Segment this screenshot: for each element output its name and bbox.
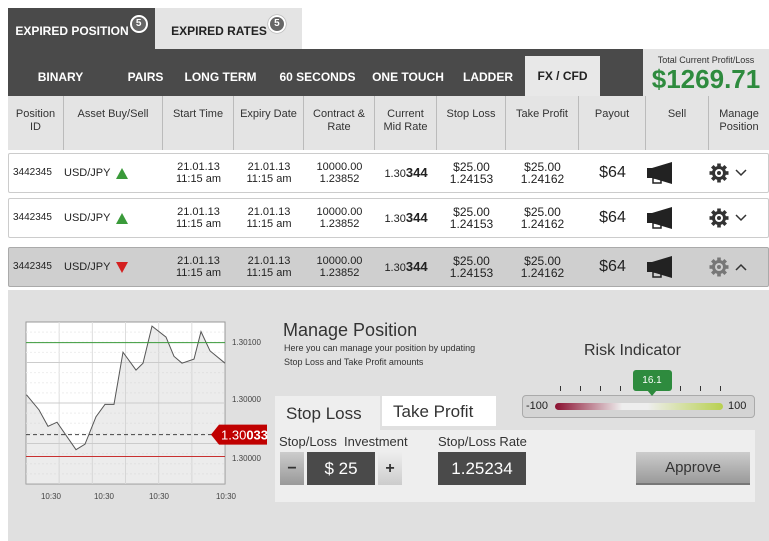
tab-label: EXPIRED RATES (171, 23, 267, 38)
approve-button[interactable]: Approve (636, 452, 750, 485)
risk-indicator: -100 100 (522, 395, 755, 418)
nav-pairs[interactable]: PAIRS (113, 49, 178, 96)
x-tick-label: 10:30 (149, 492, 170, 501)
risk-tick (580, 386, 581, 391)
product-nav: BINARY PAIRS LONG TERM 60 SECONDS ONE TOUCH L… (8, 49, 643, 96)
x-tick-label: 10:30 (41, 492, 62, 501)
current-mid-rate: 1.30344 (384, 164, 428, 180)
profit-value: $1269.71 (651, 64, 761, 94)
stop-loss-rate-label: Stop/Loss Rate (438, 434, 527, 449)
column-header: Expiry Date (233, 96, 303, 150)
asset: USD/JPY (64, 212, 163, 224)
manage-desc-2: Stop Loss and Take Profit amounts (284, 357, 424, 367)
price-chart: 1.30033 1.30100 1.30000 1.30000 10:30 10:30 10… (25, 321, 268, 501)
payout: $64 (599, 209, 626, 226)
position-id: 3442345 (13, 261, 52, 272)
column-header: Payout (578, 96, 645, 150)
y-tick-label: 1.30000 (232, 454, 261, 463)
column-header: Current Mid Rate (374, 96, 436, 150)
stop-loss-rate-value: 1.25234 (438, 452, 526, 485)
current-price-label: 1.30033 (221, 428, 268, 443)
risk-gradient (555, 403, 723, 410)
column-header: Take Profit (505, 96, 578, 150)
column-header: Sell (645, 96, 708, 150)
risk-tick (600, 386, 601, 391)
payout: $64 (599, 258, 626, 275)
increase-button[interactable]: + (378, 452, 402, 485)
table-row[interactable]: 3442345 USD/JPY 21.01.13 11:15 am 21.01.1… (8, 153, 769, 193)
column-header: Start Time (162, 96, 233, 150)
payout: $64 (599, 164, 626, 181)
manage-title: Manage Position (283, 320, 418, 340)
risk-indicator-title: Risk Indicator (584, 342, 681, 359)
nav-one-touch[interactable]: ONE TOUCH (368, 49, 448, 96)
chevron-down-icon[interactable] (735, 214, 747, 222)
asset: USD/JPY (64, 167, 163, 179)
gear-icon[interactable] (709, 163, 729, 183)
nav-binary[interactable]: BINARY (23, 49, 98, 96)
column-header: Stop Loss (436, 96, 505, 150)
megaphone-sell-icon[interactable] (646, 162, 676, 184)
risk-tick (620, 386, 621, 391)
gear-icon[interactable] (709, 257, 729, 277)
megaphone-sell-icon[interactable] (646, 256, 676, 278)
stop-loss-form: Stop/Loss Investment − $ 25 + Stop/Loss … (275, 430, 755, 502)
risk-max: 100 (728, 400, 747, 412)
table-row[interactable]: 3442345 USD/JPY 21.01.13 11:15 am 21.01.1… (8, 198, 769, 238)
total-profit-loss: Total Current Profit/Loss $1269.71 (643, 49, 769, 96)
down-arrow-icon (116, 261, 129, 273)
column-header: Manage Position (708, 96, 769, 150)
risk-min: -100 (526, 400, 549, 412)
up-arrow-icon (116, 167, 129, 179)
risk-tick (560, 386, 561, 391)
up-arrow-icon (116, 212, 129, 224)
gear-icon[interactable] (709, 208, 729, 228)
tab-stop-loss[interactable]: Stop Loss (275, 396, 380, 432)
stop-loss-investment-input[interactable]: $ 25 (307, 452, 375, 485)
tab-expired-rates[interactable]: EXPIRED RATES 5 (155, 8, 302, 49)
risk-tick (680, 386, 681, 391)
tab-take-profit[interactable]: Take Profit (382, 396, 496, 426)
stop-loss-investment-label: Stop/Loss Investment (279, 434, 408, 449)
current-mid-rate: 1.30344 (384, 258, 428, 274)
risk-value: 16.1 (642, 375, 662, 386)
x-tick-label: 10:30 (216, 492, 237, 501)
position-id: 3442345 (13, 167, 52, 178)
risk-tick (720, 386, 721, 391)
count-badge: 5 (267, 14, 286, 33)
nav-60-seconds[interactable]: 60 SECONDS (270, 49, 365, 96)
chevron-up-icon[interactable] (735, 263, 747, 271)
y-tick-label: 1.30000 (232, 395, 261, 404)
position-id: 3442345 (13, 212, 52, 223)
nav-fx-cfd[interactable]: FX / CFD (525, 56, 600, 96)
table-row[interactable]: 3442345 USD/JPY 21.01.13 11:15 am 21.01.1… (8, 247, 769, 287)
count-badge: 5 (129, 14, 148, 33)
decrease-button[interactable]: − (280, 452, 304, 485)
column-header: Contract & Rate (303, 96, 374, 150)
column-header: Position ID (15, 108, 56, 133)
y-tick-label: 1.30100 (232, 338, 261, 347)
asset: USD/JPY (64, 261, 163, 273)
nav-long-term[interactable]: LONG TERM (178, 49, 263, 96)
chevron-down-icon[interactable] (735, 169, 747, 177)
megaphone-sell-icon[interactable] (646, 207, 676, 229)
risk-value-marker: 16.1 (632, 370, 672, 396)
table-header: Position ID Asset Buy/Sell Start Time Expir… (8, 96, 769, 150)
column-header: Asset Buy/Sell (63, 96, 162, 150)
manage-desc-1: Here you can manage your position by upd… (284, 343, 476, 353)
risk-tick (700, 386, 701, 391)
manage-position-panel: 1.30033 1.30100 1.30000 1.30000 10:30 10:30 10… (8, 290, 769, 541)
tab-label: EXPIRED POSITION (15, 23, 129, 38)
nav-ladder[interactable]: LADDER (458, 49, 518, 96)
x-tick-label: 10:30 (94, 492, 115, 501)
current-mid-rate: 1.30344 (384, 209, 428, 225)
tab-expired-position[interactable]: EXPIRED POSITION 5 (8, 8, 155, 49)
